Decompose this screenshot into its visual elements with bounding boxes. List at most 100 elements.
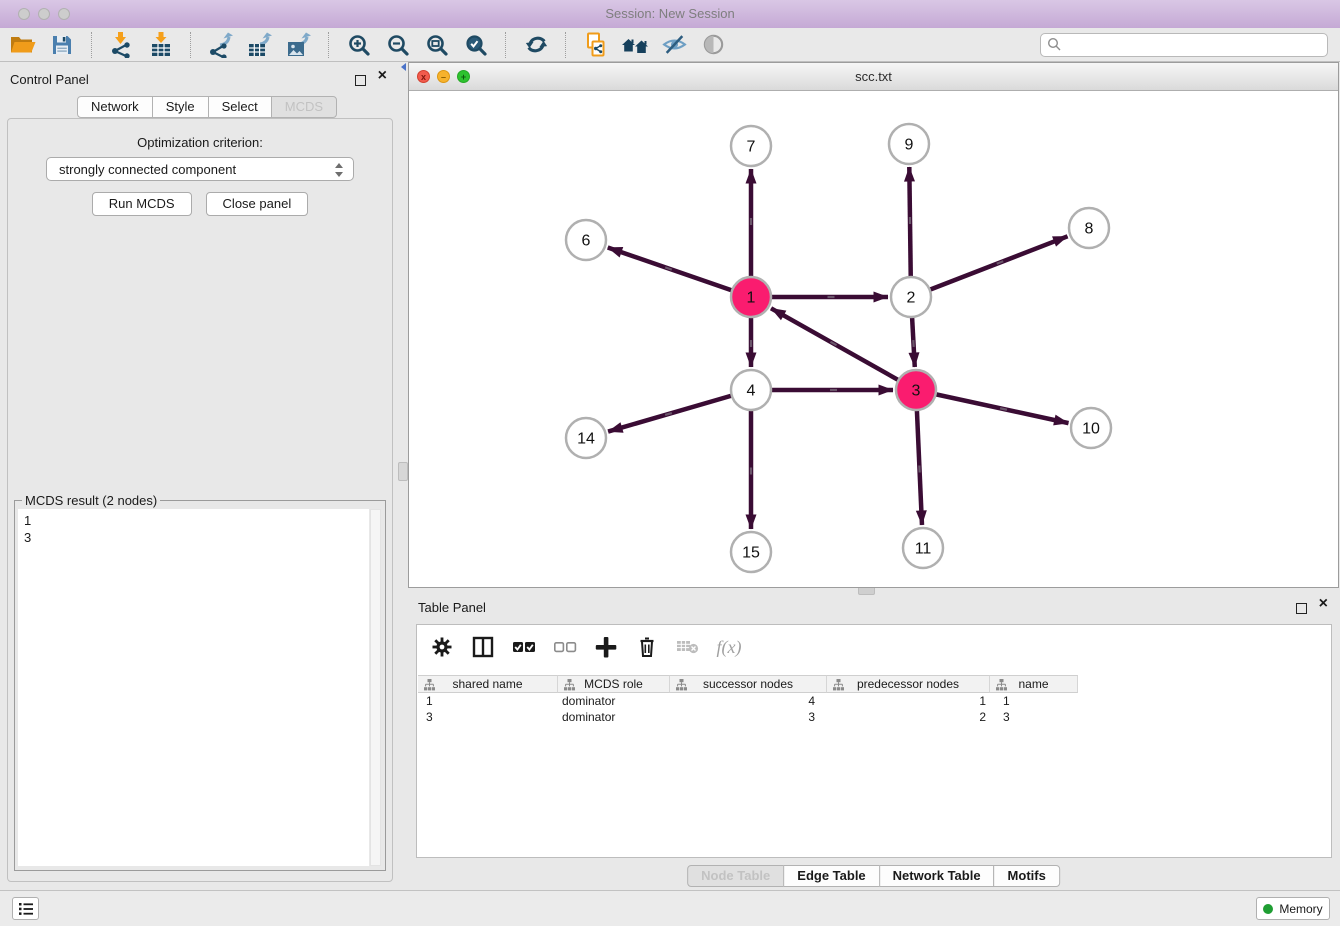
column-header-predecessor-nodes[interactable]: predecessor nodes [827,675,990,693]
float-table-panel-icon[interactable] [1296,603,1307,614]
graph-node-label: 4 [747,383,756,400]
toolbar-separator [565,32,567,58]
clone-network-icon[interactable] [581,30,611,60]
zoom-fit-icon[interactable] [422,30,452,60]
function-builder-icon-disabled: f(x) [716,634,742,660]
float-panel-icon[interactable] [355,75,366,86]
hide-graphics-details-icon[interactable] [659,30,689,60]
status-bar: Memory [0,890,1340,926]
result-scrollbar[interactable] [370,509,381,866]
main-toolbar [0,28,1340,62]
run-mcds-button[interactable]: Run MCDS [92,192,192,216]
graph-node-label: 10 [1082,421,1100,438]
mcds-tab-content: Optimization criterion: strongly connect… [7,118,393,882]
edge-label-mark [830,389,837,391]
table-cell[interactable]: 3 [670,709,827,725]
control-panel: Control Panel × NetworkStyleSelectMCDS O… [0,63,400,890]
table-cell[interactable]: 3 [418,709,558,725]
table-cell[interactable]: 3 [990,709,1078,725]
window-titlebar: Session: New Session [0,0,1340,29]
node-table-view: f(x) shared nameMCDS rolesuccessor nodes… [416,624,1332,858]
edge-label-mark [909,217,911,224]
table-cell[interactable]: dominator [558,693,670,709]
graph-node-label: 15 [742,545,760,562]
column-header-name[interactable]: name [990,675,1078,693]
tab-mcds[interactable]: MCDS [271,96,337,118]
node-table: shared nameMCDS rolesuccessor nodesprede… [418,675,1078,725]
table-settings-gear-icon[interactable] [429,634,455,660]
close-panel-icon[interactable]: × [378,68,387,84]
optimization-criterion-label: Optimization criterion: [8,135,392,150]
toolbar-separator [91,32,93,58]
delete-table-icon-disabled [675,634,701,660]
network-window-title: scc.txt [409,69,1338,84]
task-history-button[interactable] [12,897,39,920]
import-table-icon[interactable] [146,30,176,60]
splitter-collapse-icon[interactable] [401,63,408,73]
table-cell[interactable]: 2 [827,709,990,725]
control-panel-title: Control Panel [10,72,89,87]
close-panel-button[interactable]: Close panel [206,192,309,216]
zoom-selected-icon[interactable] [461,30,491,60]
tab-style[interactable]: Style [152,96,209,118]
toolbar-separator [190,32,192,58]
tab-network[interactable]: Network [77,96,153,118]
table-cell[interactable]: 1 [827,693,990,709]
table-toolbar: f(x) [429,633,742,661]
add-column-icon[interactable] [593,634,619,660]
tab-edge-table[interactable]: Edge Table [783,865,879,887]
graph-edge-3-1[interactable] [771,308,916,390]
refresh-view-icon[interactable] [521,30,551,60]
graph-edge-1-6[interactable] [608,248,751,297]
graph-edge-4-14[interactable] [608,390,751,432]
memory-button-label: Memory [1279,902,1322,916]
vertical-splitter-handle[interactable] [398,462,408,481]
zoom-in-icon[interactable] [344,30,374,60]
close-table-panel-icon[interactable]: × [1319,596,1328,612]
table-cell[interactable]: 1 [990,693,1078,709]
memory-button[interactable]: Memory [1256,897,1330,920]
delete-column-trash-icon[interactable] [634,634,660,660]
zoom-out-icon[interactable] [383,30,413,60]
graph-edge-2-8[interactable] [911,236,1068,297]
list-icon [18,902,34,916]
toolbar-separator [328,32,330,58]
graph-node-label: 14 [577,431,595,448]
window-title: Session: New Session [0,6,1340,21]
deselect-all-columns-icon[interactable] [552,634,578,660]
tab-select[interactable]: Select [208,96,272,118]
select-all-columns-icon[interactable] [511,634,537,660]
import-network-icon[interactable] [107,30,137,60]
edge-label-mark [918,465,921,472]
column-header-successor-nodes[interactable]: successor nodes [670,675,827,693]
tab-network-table[interactable]: Network Table [879,865,995,887]
edge-label-mark [912,340,915,347]
search-box [1040,33,1328,57]
table-cell[interactable]: 1 [418,693,558,709]
network-view-window: x – + scc.txt 1234678910111415 [408,62,1339,588]
graph-node-label: 9 [905,137,914,154]
home-neighbors-icon[interactable] [620,30,650,60]
column-header-shared-name[interactable]: shared name [418,675,558,693]
search-input[interactable] [1062,35,1327,55]
edge-label-mark [828,296,835,298]
save-session-icon[interactable] [47,30,77,60]
tab-motifs[interactable]: Motifs [994,865,1060,887]
export-image-icon[interactable] [284,30,314,60]
show-column-panel-icon[interactable] [470,634,496,660]
tab-node-table[interactable]: Node Table [687,865,784,887]
table-row[interactable]: 1dominator411 [418,693,1078,709]
criterion-select[interactable]: strongly connected component [46,157,354,181]
table-cell[interactable]: dominator [558,709,670,725]
network-canvas[interactable]: 1234678910111415 [409,90,1338,587]
export-network-icon[interactable] [206,30,236,60]
table-panel-title: Table Panel [418,600,486,615]
column-header-MCDS-role[interactable]: MCDS role [558,675,670,693]
graph-edge-3-10[interactable] [916,390,1069,423]
table-cell[interactable]: 4 [670,693,827,709]
open-session-icon[interactable] [8,30,38,60]
table-row[interactable]: 3dominator323 [418,709,1078,725]
export-table-icon[interactable] [245,30,275,60]
mcds-result-line: 3 [24,529,363,546]
show-graphics-details-icon[interactable] [698,30,728,60]
